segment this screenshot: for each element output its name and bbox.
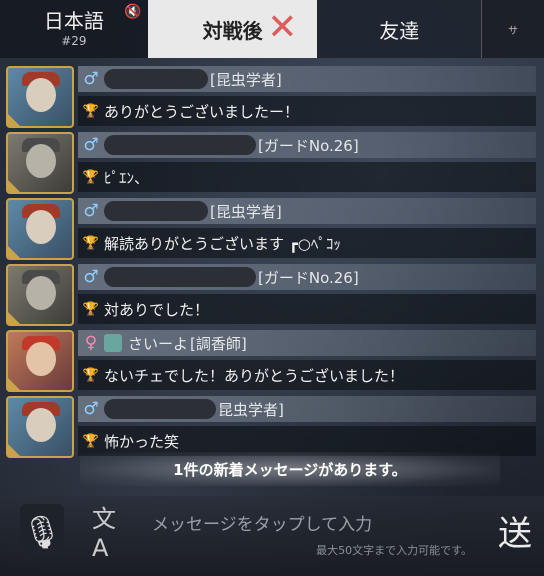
new-message-notice[interactable]: 1件の新着メッセージがあります。 [80,452,500,486]
message-body: 🏆 解読ありがとうございます ┏○ﾍﾟｺｯ [78,228,536,258]
message-input-placeholder: メッセージをタップして入力 [152,515,373,535]
message-body: 🏆 対ありでした！ [78,294,536,324]
avatar[interactable] [6,396,74,458]
message-header: ♂ [ガードNo.26] [78,264,536,290]
tab-friends-label: 友達 [379,18,420,43]
character-role: 昆虫学者] [218,400,284,419]
tab-extra-label: サ [508,25,519,37]
character-limit-hint: 最大50文字まで入力可能です。 [316,544,472,557]
message-header: ♂ [昆虫学者] [78,198,536,224]
message-body: 🏆 ないチェでした！ありがとうございました！ [78,360,536,390]
redacted-name [104,267,256,287]
male-icon: ♂ [83,69,99,89]
female-icon: ♀ [84,333,98,353]
rank-badge-icon [104,334,122,352]
trophy-icon: 🏆 [82,169,100,185]
male-icon: ♂ [83,399,99,419]
chat-input-bar: 🎙 文A メッセージをタップして入力 最大50文字まで入力可能です。 送 [0,496,544,576]
avatar[interactable] [6,198,74,260]
tab-friends[interactable]: 友達 [317,0,482,58]
tab-extra[interactable]: サ [481,0,544,58]
channel-number: #29 [61,34,87,48]
message-text: 解読ありがとうございます ┏○ﾍﾟｺｯ [104,234,341,253]
redacted-name [104,135,256,155]
message-header: ♂ [昆虫学者] [78,66,536,92]
message-header: ♂ [ガードNo.26] [78,132,536,158]
redacted-name [104,201,208,221]
redacted-name [104,69,208,89]
male-icon: ♂ [83,135,99,155]
message-text: ないチェでした！ありがとうございました！ [104,366,405,385]
message-header: ♂ 昆虫学者] [78,396,536,422]
close-icon[interactable]: ✕ [267,10,297,46]
chat-message-list[interactable]: ♂ [昆虫学者] 🏆 ありがとうございましたー！ ♂ [ガードNo.26] 🏆 … [6,64,536,490]
chat-message[interactable]: ♂ [ガードNo.26] 🏆 対ありでした！ [6,262,536,328]
trophy-icon: 🏆 [82,103,100,119]
trophy-icon: 🏆 [82,301,100,317]
character-role: [ガードNo.26] [258,268,359,287]
send-button[interactable]: 送 [486,500,544,560]
chat-message[interactable]: ♂ [ガードNo.26] 🏆 ﾋﾟｴﾝ、 [6,130,536,196]
mute-icon: 🔇 [124,4,142,20]
message-input[interactable]: メッセージをタップして入力 最大50文字まで入力可能です。 [152,506,472,562]
trophy-icon: 🏆 [82,433,100,449]
chat-message[interactable]: ♂ [昆虫学者] 🏆 解読ありがとうございます ┏○ﾍﾟｺｯ [6,196,536,262]
message-header: ♀ さいーよ [調香師] [78,330,536,356]
message-text: ありがとうございましたー！ [104,102,300,121]
tab-language-label: 日本語 [43,9,104,33]
redacted-name [104,399,216,419]
male-icon: ♂ [83,201,99,221]
player-name: さいーよ [128,334,189,353]
character-role: [ガードNo.26] [258,136,359,155]
avatar[interactable] [6,66,74,128]
message-text: 怖かった笑 [104,432,180,451]
chat-message[interactable]: ♂ [昆虫学者] 🏆 ありがとうございましたー！ [6,64,536,130]
avatar[interactable] [6,264,74,326]
message-text: ﾋﾟｴﾝ、 [104,168,150,187]
translate-icon[interactable]: 文A [92,505,128,562]
microphone-icon[interactable]: 🎙 [20,504,64,560]
avatar[interactable] [6,330,74,392]
character-role: [昆虫学者] [210,70,282,89]
message-text: 対ありでした！ [104,300,210,319]
character-role: [調香師] [190,334,247,353]
tab-after-match[interactable]: 対戦後 ✕ [147,0,318,58]
chat-message[interactable]: ♂ 昆虫学者] 🏆 怖かった笑 [6,394,536,460]
character-role: [昆虫学者] [210,202,282,221]
trophy-icon: 🏆 [82,367,100,383]
message-body: 🏆 ﾋﾟｴﾝ、 [78,162,536,192]
male-icon: ♂ [83,267,99,287]
chat-tabs: 日本語 #29 🔇 対戦後 ✕ 友達 サ [0,0,544,58]
chat-message[interactable]: ♀ さいーよ [調香師] 🏆 ないチェでした！ありがとうございました！ [6,328,536,394]
tab-after-match-label: 対戦後 [202,18,263,43]
message-body: 🏆 ありがとうございましたー！ [78,96,536,126]
trophy-icon: 🏆 [82,235,100,251]
tab-language-channel[interactable]: 日本語 #29 🔇 [0,0,148,58]
avatar[interactable] [6,132,74,194]
